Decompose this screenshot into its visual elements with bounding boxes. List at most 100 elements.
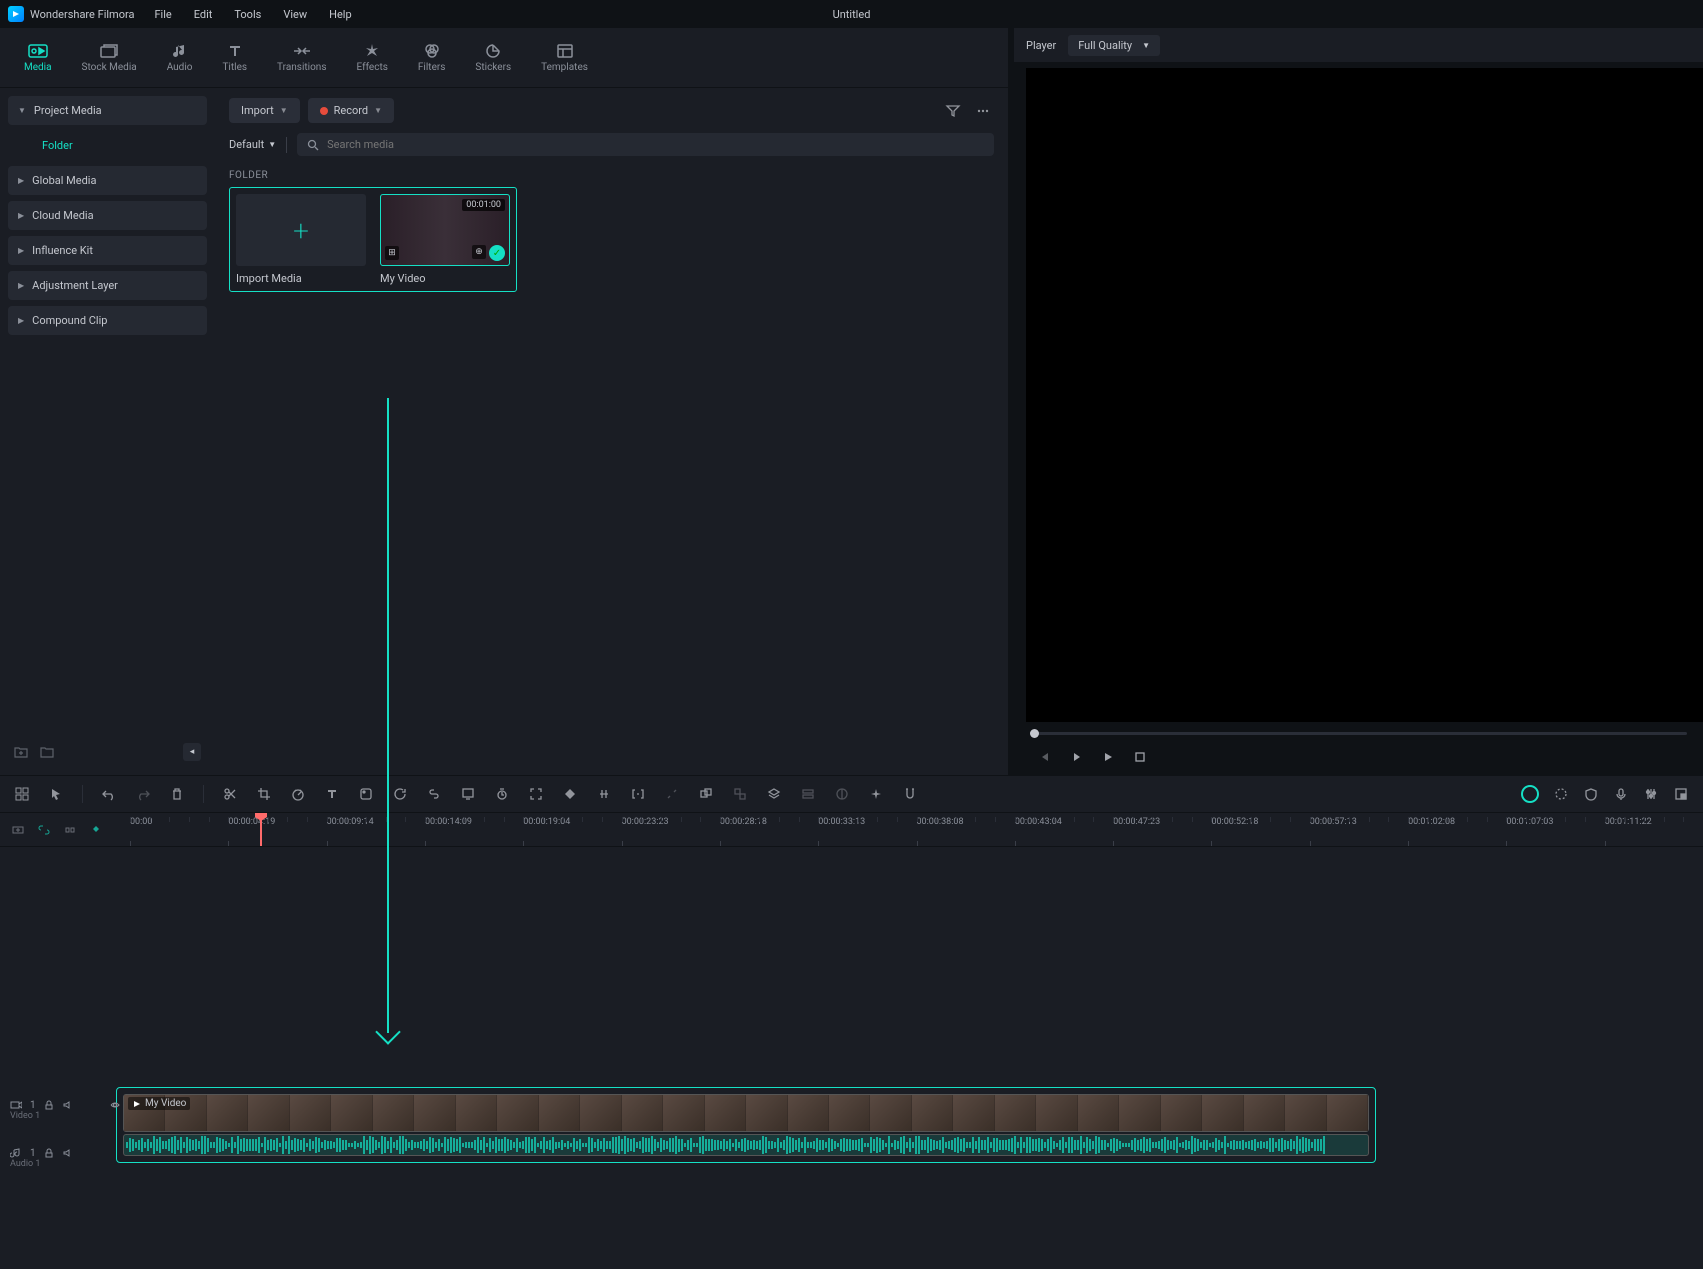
monitor-icon[interactable] — [460, 786, 476, 802]
caret-right-icon: ▶ — [18, 316, 24, 325]
more-icon[interactable] — [972, 100, 994, 122]
timeline-toolbar — [0, 775, 1703, 813]
video-track-label: Video 1 — [0, 1111, 116, 1121]
split-icon[interactable] — [222, 786, 238, 802]
redo-icon[interactable] — [135, 786, 151, 802]
import-media-tile[interactable]: + Import Media — [236, 194, 366, 285]
titles-icon — [224, 43, 246, 59]
filter-icon[interactable] — [942, 100, 964, 122]
sidebar-adjustment-layer[interactable]: ▶Adjustment Layer — [8, 271, 207, 300]
timeline-ruler[interactable]: ‹ 00:0000:00:04:1900:00:09:1400:00:14:09… — [130, 813, 1703, 846]
layers-icon[interactable] — [766, 786, 782, 802]
media-clip-tile[interactable]: 00:01:00 ⊞ ⊕✓ My Video — [380, 194, 510, 285]
video-clip[interactable]: My Video — [123, 1094, 1369, 1132]
refresh-icon[interactable] — [392, 786, 408, 802]
app-name: Wondershare Filmora — [30, 8, 134, 21]
menu-help[interactable]: Help — [329, 8, 352, 21]
caret-down-icon: ▼ — [18, 106, 26, 115]
progress-handle[interactable] — [1030, 729, 1039, 738]
crop-icon[interactable] — [256, 786, 272, 802]
magnet-icon[interactable] — [902, 786, 918, 802]
tl-link-icon[interactable] — [36, 822, 52, 838]
collapse-sidebar-button[interactable]: ◂ — [183, 743, 201, 761]
sidebar-global-media[interactable]: ▶Global Media — [8, 166, 207, 195]
text-icon[interactable] — [324, 786, 340, 802]
delete-icon[interactable] — [169, 786, 185, 802]
menu-tools[interactable]: Tools — [234, 8, 261, 21]
mask-icon[interactable] — [834, 786, 850, 802]
tl-marker-icon[interactable] — [88, 822, 104, 838]
group-icon[interactable] — [698, 786, 714, 802]
mixer-icon[interactable] — [1643, 786, 1659, 802]
tab-media[interactable]: Media — [18, 39, 58, 77]
stop-button[interactable] — [1132, 749, 1148, 765]
eye-icon[interactable] — [110, 1100, 120, 1110]
menu-edit[interactable]: Edit — [194, 8, 213, 21]
sidebar-folder[interactable]: Folder — [8, 131, 207, 160]
tab-effects[interactable]: Effects — [351, 39, 394, 77]
undo-icon[interactable] — [101, 786, 117, 802]
chevron-down-icon: ▼ — [374, 106, 382, 115]
fullscreen-icon[interactable] — [1673, 786, 1689, 802]
search-field[interactable] — [327, 138, 984, 151]
ai-badge-icon[interactable] — [1521, 785, 1539, 803]
search-input[interactable] — [297, 133, 994, 156]
audio-clip[interactable] — [123, 1134, 1369, 1156]
folder-icon[interactable] — [40, 745, 54, 759]
templates-icon — [554, 43, 576, 59]
prev-frame-button[interactable] — [1036, 749, 1052, 765]
sparkle-icon[interactable] — [868, 786, 884, 802]
keyframe-icon[interactable] — [562, 786, 578, 802]
caret-right-icon: ▶ — [18, 211, 24, 220]
mute-icon[interactable] — [62, 1100, 72, 1110]
link-icon[interactable] — [426, 786, 442, 802]
mic-icon[interactable] — [1613, 786, 1629, 802]
render-icon[interactable] — [1553, 786, 1569, 802]
divider — [286, 137, 287, 153]
sort-dropdown[interactable]: Default▼ — [229, 138, 276, 151]
menu-view[interactable]: View — [283, 8, 307, 21]
playhead[interactable]: ‹ — [260, 813, 262, 846]
new-folder-icon[interactable] — [14, 745, 28, 759]
cursor-icon[interactable] — [48, 786, 64, 802]
unlink-icon[interactable] — [664, 786, 680, 802]
track-icon[interactable] — [800, 786, 816, 802]
shield-icon[interactable] — [1583, 786, 1599, 802]
media-sidebar: ▼Project Media Folder ▶Global Media ▶Clo… — [0, 88, 215, 775]
tl-add-icon[interactable] — [10, 822, 26, 838]
ungroup-icon[interactable] — [732, 786, 748, 802]
tab-audio[interactable]: Audio — [161, 39, 199, 77]
lock-icon[interactable] — [44, 1148, 54, 1158]
caret-right-icon: ▶ — [18, 246, 24, 255]
timer-icon[interactable] — [494, 786, 510, 802]
grid-icon[interactable] — [14, 786, 30, 802]
lock-icon[interactable] — [44, 1100, 54, 1110]
color-icon[interactable] — [358, 786, 374, 802]
expand-icon[interactable] — [528, 786, 544, 802]
tab-stickers[interactable]: Stickers — [469, 39, 517, 77]
record-button[interactable]: Record▼ — [308, 98, 394, 123]
play-button[interactable] — [1100, 749, 1116, 765]
sidebar-compound-clip[interactable]: ▶Compound Clip — [8, 306, 207, 335]
tab-templates[interactable]: Templates — [535, 39, 594, 77]
progress-bar[interactable] — [1030, 732, 1687, 735]
import-button[interactable]: Import▼ — [229, 98, 300, 123]
play-pause-button[interactable] — [1068, 749, 1084, 765]
preview-canvas[interactable] — [1026, 68, 1703, 722]
bracket-icon[interactable] — [630, 786, 646, 802]
tab-titles[interactable]: Titles — [216, 39, 253, 77]
mute-icon[interactable] — [62, 1148, 72, 1158]
adjust-icon[interactable] — [596, 786, 612, 802]
chevron-down-icon: ▼ — [1142, 41, 1150, 50]
tab-transitions[interactable]: Transitions — [271, 39, 332, 77]
menu-file[interactable]: File — [154, 8, 171, 21]
sidebar-project-media[interactable]: ▼Project Media — [8, 96, 207, 125]
tab-stock-media[interactable]: Stock Media — [76, 39, 143, 77]
tab-filters[interactable]: Filters — [412, 39, 452, 77]
speed-icon[interactable] — [290, 786, 306, 802]
sidebar-cloud-media[interactable]: ▶Cloud Media — [8, 201, 207, 230]
tl-snap-icon[interactable] — [62, 822, 78, 838]
quality-dropdown[interactable]: Full Quality▼ — [1068, 35, 1160, 56]
sidebar-influence-kit[interactable]: ▶Influence Kit — [8, 236, 207, 265]
chevron-down-icon: ▼ — [268, 140, 276, 149]
